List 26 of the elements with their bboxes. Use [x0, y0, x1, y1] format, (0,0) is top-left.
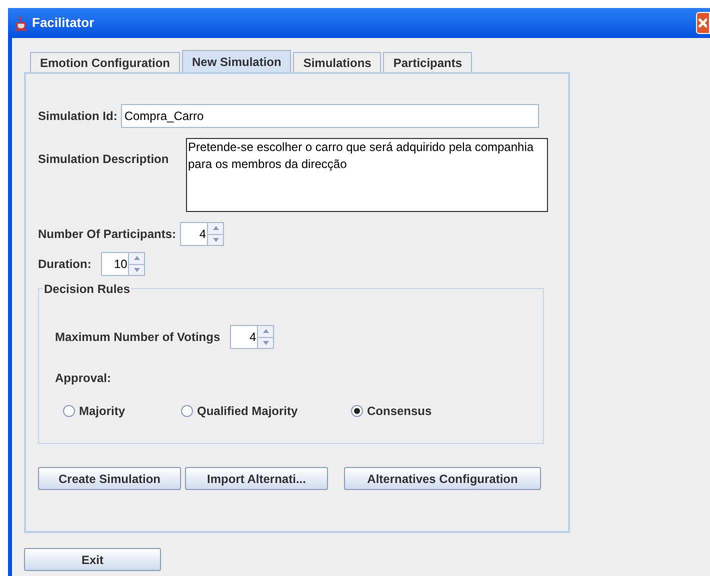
action-button[interactable]: Create Simulation [38, 467, 181, 490]
field-label: Maximum Number of Votings [55, 329, 220, 346]
exit-button[interactable]: Exit [24, 548, 161, 571]
number-spinner[interactable]: 4 [230, 325, 274, 349]
field-label: Duration: [38, 256, 92, 273]
action-button[interactable]: Alternatives Configuration [344, 467, 541, 490]
cup-icon [14, 15, 28, 31]
radio-button[interactable]: Consensus [351, 402, 481, 420]
approval-label: Approval: [55, 370, 112, 387]
simulation-id-field[interactable]: Compra_Carro [121, 104, 540, 128]
tab[interactable]: New Simulation [182, 50, 292, 72]
radio-button[interactable]: Qualified Majority [181, 402, 351, 420]
action-button[interactable]: Import Alternati... [185, 467, 328, 490]
field-label: Number Of Participants: [38, 226, 176, 243]
close-icon [697, 17, 707, 29]
field-label: Simulation Id: [38, 108, 118, 125]
tab[interactable]: Emotion Configuration [30, 52, 180, 72]
tab[interactable]: Simulations [293, 52, 382, 72]
close-button[interactable] [696, 12, 710, 34]
window-title: Facilitator [32, 14, 94, 32]
radio-button[interactable]: Majority [63, 402, 181, 420]
field-label: Simulation Description [38, 151, 170, 168]
tab[interactable]: Participants [383, 52, 472, 72]
number-spinner[interactable]: 4 [180, 222, 224, 246]
description-field[interactable]: Pretende-se escolher o carro que será adquirido pela companhia para os membros da direcção [186, 138, 548, 212]
number-spinner[interactable]: 10 [101, 252, 146, 276]
